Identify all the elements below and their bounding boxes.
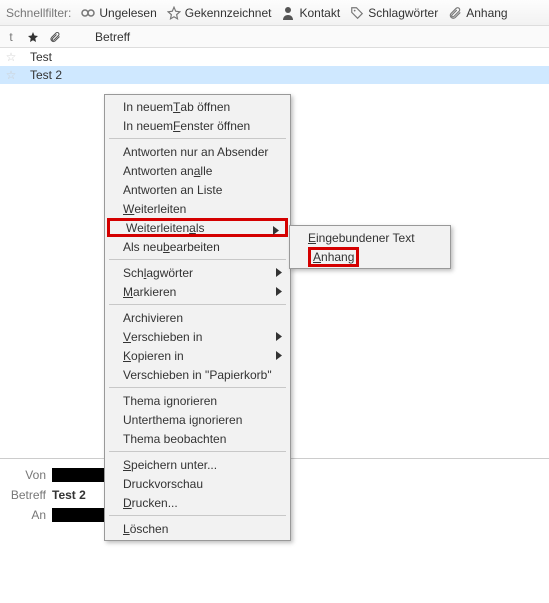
menu-print[interactable]: Drucken... bbox=[107, 493, 288, 512]
menu-archive[interactable]: Archivieren bbox=[107, 308, 288, 327]
menu-open-window[interactable]: In neuem Fenster öffnen bbox=[107, 116, 288, 135]
submenu-attachment[interactable]: Anhang bbox=[292, 247, 448, 266]
menu-separator bbox=[109, 515, 286, 516]
filter-starred-label: Gekennzeichnet bbox=[185, 6, 272, 20]
submenu-arrow-icon bbox=[276, 268, 282, 277]
menu-forward-as[interactable]: Weiterleiten als bbox=[107, 218, 288, 237]
row-star-icon[interactable]: ☆ bbox=[0, 50, 22, 64]
context-menu: In neuem Tab öffnen In neuem Fenster öff… bbox=[104, 94, 291, 541]
menu-copy-to[interactable]: Kopieren in bbox=[107, 346, 288, 365]
menu-edit-as-new[interactable]: Als neu bearbeiten bbox=[107, 237, 288, 256]
unread-icon bbox=[81, 6, 95, 20]
row-subject: Test bbox=[22, 50, 549, 64]
menu-ignore-subthread[interactable]: Unterthema ignorieren bbox=[107, 410, 288, 429]
star-column-icon[interactable] bbox=[25, 29, 41, 45]
submenu-arrow-icon bbox=[276, 332, 282, 341]
to-label: An bbox=[0, 508, 46, 522]
menu-mark[interactable]: Markieren bbox=[107, 282, 288, 301]
menu-separator bbox=[109, 451, 286, 452]
filter-unread[interactable]: Ungelesen bbox=[81, 6, 156, 20]
menu-reply-all[interactable]: Antworten an alle bbox=[107, 161, 288, 180]
menu-watch-thread[interactable]: Thema beobachten bbox=[107, 429, 288, 448]
subject-value: Test 2 bbox=[52, 488, 86, 502]
menu-print-preview[interactable]: Druckvorschau bbox=[107, 474, 288, 493]
table-row[interactable]: ☆ Test bbox=[0, 48, 549, 66]
menu-separator bbox=[109, 304, 286, 305]
filter-unread-label: Ungelesen bbox=[99, 6, 156, 20]
menu-open-tab[interactable]: In neuem Tab öffnen bbox=[107, 97, 288, 116]
submenu-arrow-icon bbox=[273, 226, 279, 235]
menu-move-to[interactable]: Verschieben in bbox=[107, 327, 288, 346]
row-star-icon[interactable]: ☆ bbox=[0, 68, 22, 82]
filter-attachment[interactable]: Anhang bbox=[448, 6, 507, 20]
row-subject: Test 2 bbox=[22, 68, 549, 82]
paperclip-icon bbox=[448, 6, 462, 20]
menu-tags[interactable]: Schlagwörter bbox=[107, 263, 288, 282]
filter-tags-label: Schlagwörter bbox=[368, 6, 438, 20]
table-row[interactable]: ☆ Test 2 bbox=[0, 66, 549, 84]
menu-separator bbox=[109, 387, 286, 388]
menu-ignore-thread[interactable]: Thema ignorieren bbox=[107, 391, 288, 410]
from-label: Von bbox=[0, 468, 46, 482]
submenu-arrow-icon bbox=[276, 287, 282, 296]
list-subtoolbar: t Betreff bbox=[0, 26, 549, 48]
filter-attachment-label: Anhang bbox=[466, 6, 507, 20]
menu-reply-list[interactable]: Antworten an Liste bbox=[107, 180, 288, 199]
filter-tags[interactable]: Schlagwörter bbox=[350, 6, 438, 20]
subject-label: Betreff bbox=[0, 488, 46, 502]
menu-save-as[interactable]: Speichern unter... bbox=[107, 455, 288, 474]
submenu-arrow-icon bbox=[276, 351, 282, 360]
menu-forward[interactable]: Weiterleiten bbox=[107, 199, 288, 218]
filter-contact-label: Kontakt bbox=[299, 6, 340, 20]
menu-separator bbox=[109, 138, 286, 139]
menu-delete[interactable]: Löschen bbox=[107, 519, 288, 538]
submenu-inline-text[interactable]: Eingebundener Text bbox=[292, 228, 448, 247]
filter-contact[interactable]: Kontakt bbox=[281, 6, 340, 20]
column-header-subject[interactable]: Betreff bbox=[95, 30, 545, 44]
quickfilter-toolbar: Schnellfilter: Ungelesen Gekennzeichnet … bbox=[0, 0, 549, 26]
star-icon bbox=[167, 6, 181, 20]
menu-reply-sender[interactable]: Antworten nur an Absender bbox=[107, 142, 288, 161]
quickfilter-label: Schnellfilter: bbox=[6, 6, 71, 20]
attachment-column-icon[interactable] bbox=[47, 29, 63, 45]
filter-starred[interactable]: Gekennzeichnet bbox=[167, 6, 272, 20]
forward-as-submenu: Eingebundener Text Anhang bbox=[289, 225, 451, 269]
thread-toggle-button[interactable]: t bbox=[3, 29, 19, 45]
tag-icon bbox=[350, 6, 364, 20]
contact-icon bbox=[281, 6, 295, 20]
menu-separator bbox=[109, 259, 286, 260]
menu-move-trash[interactable]: Verschieben in "Papierkorb" bbox=[107, 365, 288, 384]
